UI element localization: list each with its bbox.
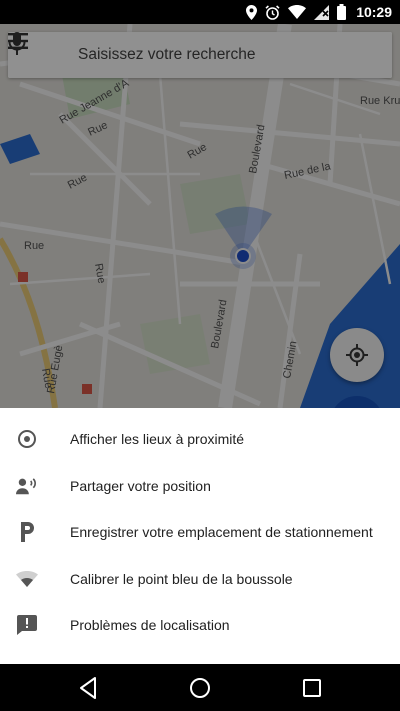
map-view[interactable]: Rue Jeanne d'A Rue Rue Rue Rue Boulevard… — [0, 24, 400, 408]
location-options-sheet: Afficher les lieux à proximité Partager … — [0, 408, 400, 664]
person-share-icon — [16, 475, 38, 497]
status-icons: 10:29 — [246, 3, 392, 21]
feedback-icon — [16, 614, 38, 636]
sheet-item-label: Calibrer le point bleu de la boussole — [70, 571, 293, 587]
sheet-item-nearby[interactable]: Afficher les lieux à proximité — [0, 416, 400, 462]
my-location-button[interactable] — [330, 328, 384, 382]
home-icon[interactable] — [188, 676, 212, 700]
battery-icon — [337, 4, 347, 20]
sheet-item-parking[interactable]: Enregistrer votre emplacement de station… — [0, 509, 400, 555]
signal-icon — [314, 4, 330, 20]
search-bar-dim — [8, 32, 392, 78]
status-time: 10:29 — [356, 4, 392, 20]
sheet-item-label: Afficher les lieux à proximité — [70, 431, 245, 447]
sheet-item-label: Enregistrer votre emplacement de station… — [70, 524, 373, 540]
sheet-item-calibrate[interactable]: Calibrer le point bleu de la boussole — [0, 556, 400, 602]
search-bar[interactable]: Saisissez votre recherche — [8, 32, 392, 78]
sheet-item-label: Partager votre position — [70, 478, 211, 494]
sheet-item-share-location[interactable]: Partager votre position — [0, 463, 400, 509]
status-bar: 10:29 — [0, 0, 400, 24]
back-icon[interactable] — [76, 676, 100, 700]
location-icon — [246, 4, 258, 20]
my-location-icon — [346, 344, 368, 366]
recents-icon[interactable] — [300, 676, 324, 700]
sheet-item-location-problems[interactable]: Problèmes de localisation — [0, 602, 400, 648]
calibrate-icon — [16, 568, 38, 590]
alarm-icon — [265, 4, 280, 20]
target-icon — [16, 428, 38, 450]
navigation-bar — [0, 664, 400, 711]
sheet-item-label: Problèmes de localisation — [70, 617, 230, 633]
wifi-icon — [288, 5, 307, 19]
parking-icon — [16, 521, 38, 543]
